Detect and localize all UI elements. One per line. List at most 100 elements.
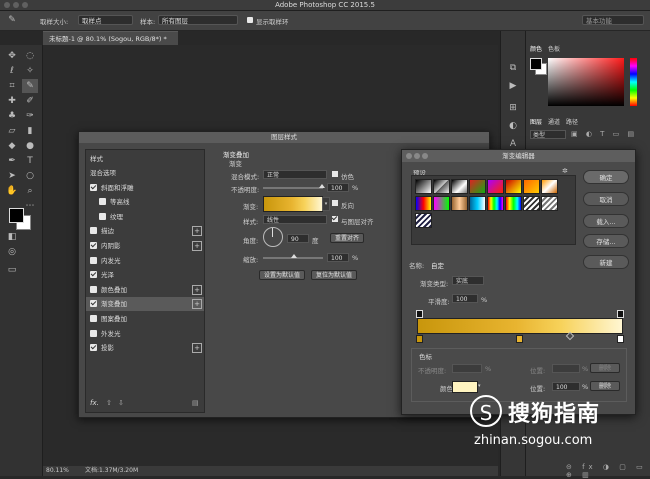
type-tool-icon[interactable]: T [22, 154, 38, 168]
tab-color[interactable]: 颜色 [530, 44, 542, 53]
save-button[interactable]: 存储... [583, 234, 629, 248]
show-ring-checkbox[interactable] [247, 17, 253, 23]
style-item-checkbox[interactable] [90, 285, 97, 293]
style-item[interactable]: 等高线 [86, 195, 204, 209]
style-item-checkbox[interactable] [90, 344, 97, 352]
style-item[interactable]: 内阴影 + [86, 239, 204, 253]
angle-dial[interactable] [263, 227, 283, 247]
gradient-preview[interactable] [263, 196, 323, 212]
stop-color-dropdown-icon[interactable]: ▾ [478, 383, 481, 389]
preset-swatch[interactable] [433, 196, 450, 211]
align-checkbox[interactable] [331, 214, 338, 222]
style-item[interactable]: 纹理 [86, 210, 204, 224]
preset-swatch[interactable] [451, 196, 468, 211]
layer-kind-filter[interactable]: 类型 [530, 130, 566, 139]
stamp-tool-icon[interactable]: ♣ [4, 109, 20, 123]
foreground-color-swatch[interactable] [9, 208, 24, 223]
color-field[interactable] [548, 58, 624, 106]
gradient-tool-icon[interactable]: ▮ [22, 124, 38, 138]
quick-mask-icon[interactable]: ◎ [4, 245, 20, 259]
scale-slider-thumb[interactable] [291, 254, 297, 258]
style-item-checkbox[interactable] [90, 256, 97, 264]
add-style-icon[interactable]: + [192, 284, 202, 295]
preset-swatch[interactable] [415, 196, 432, 211]
marquee-tool-icon[interactable]: ◌ [22, 49, 38, 63]
tab-channels[interactable]: 通道 [548, 117, 560, 126]
style-item[interactable]: 描边 + [86, 224, 204, 238]
shape-tool-icon[interactable]: ○ [22, 169, 38, 183]
reverse-checkbox[interactable] [332, 200, 338, 206]
style-item-checkbox[interactable] [90, 242, 97, 249]
opacity-input[interactable]: 100 [327, 183, 349, 192]
style-item[interactable]: 混合选项 [86, 166, 204, 180]
style-item-checkbox[interactable] [90, 300, 97, 308]
style-item-checkbox[interactable] [90, 329, 97, 337]
history-brush-icon[interactable]: ✑ [22, 109, 38, 123]
default-colors-icon[interactable]: ◧ [4, 230, 20, 244]
layer-filter-icons[interactable]: ▣ ◐ T ▭ ▤ [571, 130, 643, 139]
preset-swatch[interactable] [469, 179, 486, 194]
name-value[interactable]: 自定 [431, 260, 444, 270]
style-item[interactable]: 斜面和浮雕 [86, 181, 204, 195]
stop-color-position-input[interactable]: 100 [552, 382, 580, 391]
preset-swatch[interactable] [487, 196, 504, 211]
properties-panel-icon[interactable]: ⊞ [505, 101, 521, 115]
stop-opacity-input[interactable] [452, 364, 482, 373]
style-item[interactable]: 外发光 [86, 327, 204, 341]
sample-select[interactable]: 所有图层 [158, 15, 238, 25]
reset-align-button[interactable]: 重置对齐 [330, 233, 364, 243]
screen-mode-icon[interactable]: ▭ [4, 263, 20, 277]
tab-swatches[interactable]: 色板 [548, 44, 560, 53]
preset-swatch[interactable] [451, 179, 468, 194]
pen-tool-icon[interactable]: ✒ [4, 154, 20, 168]
eyedropper-tool-icon[interactable]: ✎ [22, 79, 38, 93]
stop-opacity-position-input[interactable] [552, 364, 580, 373]
scale-input[interactable]: 100 [327, 253, 349, 262]
preset-swatch[interactable] [523, 196, 540, 211]
lasso-tool-icon[interactable]: ℓ [4, 64, 20, 78]
opacity-slider-thumb[interactable] [319, 184, 325, 188]
blur-tool-icon[interactable]: ◆ [4, 139, 20, 153]
style-item-checkbox[interactable] [99, 212, 106, 220]
crop-tool-icon[interactable]: ⌗ [4, 79, 20, 93]
style-item[interactable]: 图案叠加 [86, 312, 204, 326]
color-stop-1[interactable] [416, 335, 423, 343]
preset-swatch[interactable] [523, 179, 540, 194]
gradient-dropdown-icon[interactable]: ▾ [322, 197, 330, 211]
workspace-select[interactable]: 基本功能 [582, 15, 644, 25]
add-style-icon[interactable]: + [192, 226, 202, 237]
style-item[interactable]: 内发光 [86, 254, 204, 268]
new-button[interactable]: 新建 [583, 255, 629, 269]
more-tools-icon[interactable]: ⋯ [22, 199, 38, 213]
delete-color-stop-button[interactable]: 删除 [590, 381, 620, 391]
opacity-stop-left[interactable] [416, 310, 423, 318]
style-item-checkbox[interactable] [99, 198, 106, 206]
tab-paths[interactable]: 路径 [566, 117, 578, 126]
tab-layers[interactable]: 图层 [530, 117, 542, 126]
delete-opacity-stop-button[interactable]: 删除 [590, 363, 620, 373]
eyedropper-icon[interactable]: ✎ [4, 13, 20, 27]
actions-panel-icon[interactable]: ▶ [505, 79, 521, 93]
style-item-checkbox[interactable] [90, 315, 97, 322]
gradient-editor-window-controls[interactable] [406, 153, 428, 160]
color-stop-3[interactable] [617, 335, 624, 343]
angle-input[interactable]: 90 [287, 234, 309, 243]
scale-slider[interactable] [263, 254, 323, 259]
preset-swatch[interactable] [433, 179, 450, 194]
preset-swatch[interactable] [415, 179, 432, 194]
add-style-icon[interactable]: + [192, 299, 202, 310]
opacity-slider[interactable] [263, 184, 325, 189]
document-tab[interactable]: 未标题-1 @ 80.1% (Sogou, RGB/8*) * [43, 31, 178, 45]
preset-swatch[interactable] [541, 179, 558, 194]
style-item[interactable]: 光泽 [86, 268, 204, 282]
stop-color-swatch[interactable] [452, 381, 478, 393]
dodge-tool-icon[interactable]: ● [22, 139, 38, 153]
hand-tool-icon[interactable]: ✋ [4, 184, 20, 198]
style-item-checkbox[interactable] [90, 183, 97, 191]
style-item-checkbox[interactable] [90, 271, 97, 279]
panel-fg-swatch[interactable] [530, 58, 542, 70]
blend-mode-select[interactable]: 正常 [263, 170, 327, 179]
preset-swatch[interactable] [415, 213, 432, 228]
presets-gear-icon[interactable]: ✲ [562, 167, 568, 175]
add-style-icon[interactable]: + [192, 343, 202, 354]
